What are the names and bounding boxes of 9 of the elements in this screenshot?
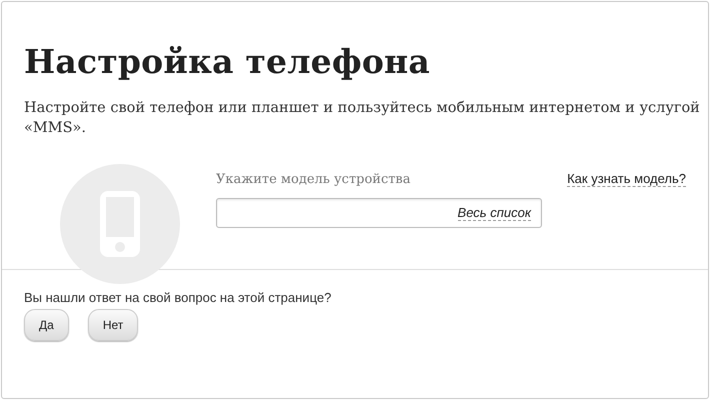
field-label: Укажите модель устройства (216, 172, 412, 188)
answer-button[interactable]: Нет (88, 309, 138, 341)
full-list-link[interactable]: Весь список (458, 205, 531, 221)
feedback-question: Вы нашли ответ на свой вопрос на этой странице? (24, 290, 332, 306)
page-title: Настройка телефона (24, 42, 431, 82)
model-input-field[interactable]: Весь список (216, 198, 542, 228)
answer-button[interactable]: Да (24, 309, 69, 341)
page-description: Настройте свой телефон или планшет и пользуйтесь мобильным интернетом и услугой «MMS». (24, 99, 701, 138)
help-link[interactable]: Как узнать модель? (567, 171, 686, 187)
